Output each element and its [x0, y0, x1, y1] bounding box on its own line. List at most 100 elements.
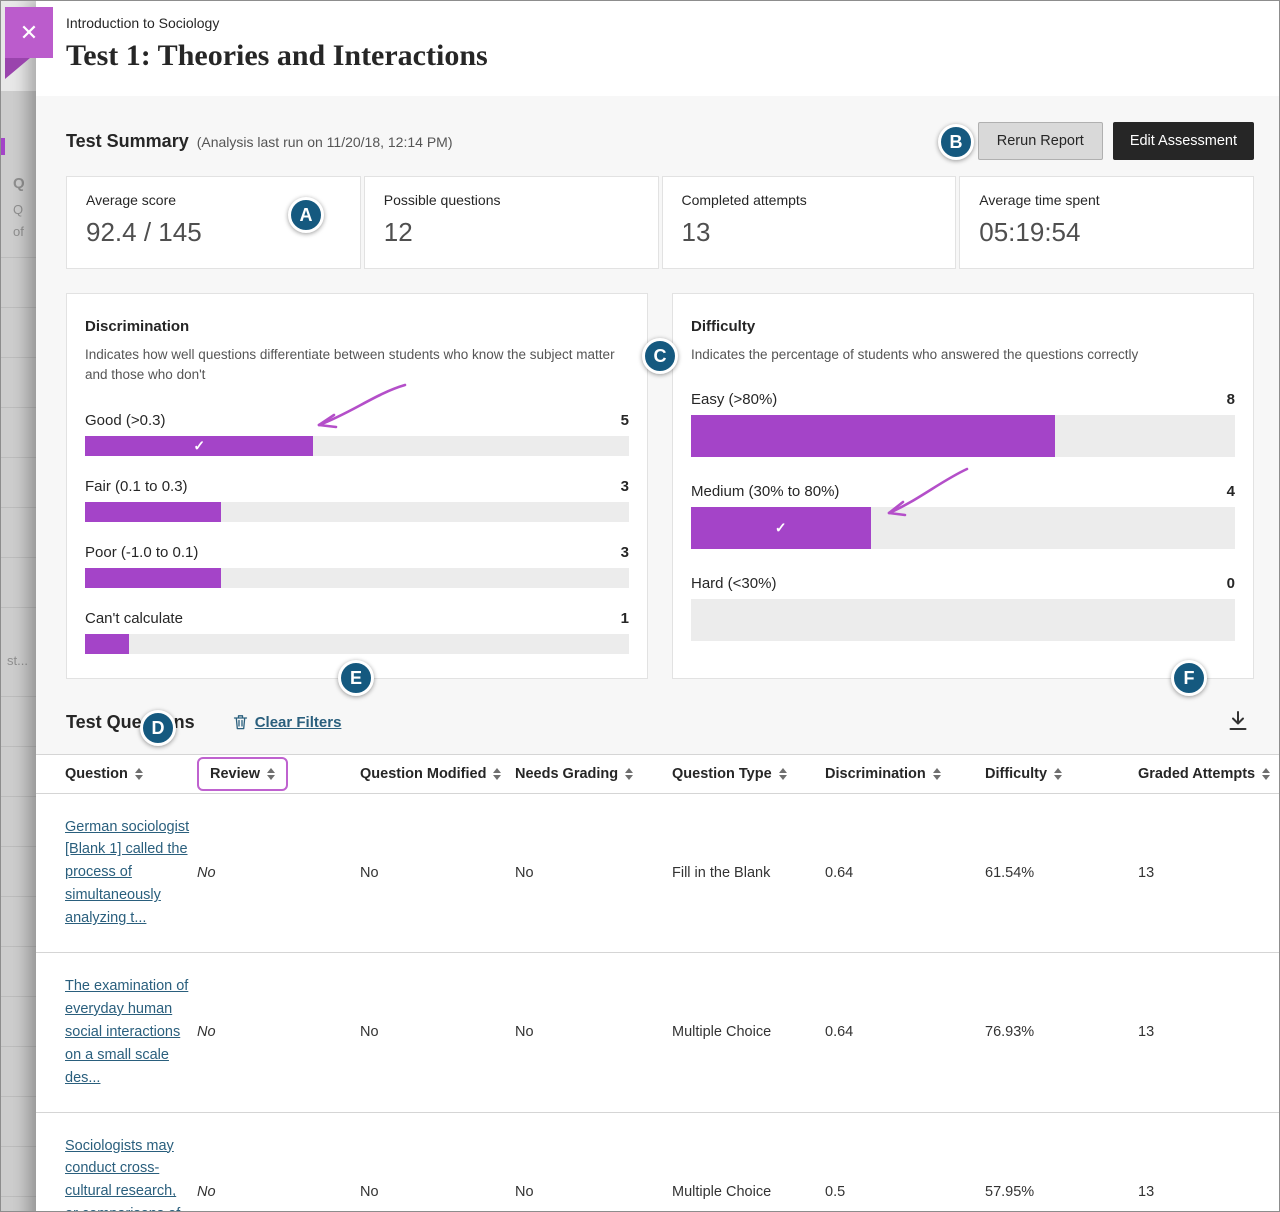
- bar-label: Hard (<30%): [691, 575, 776, 592]
- bar-fill: ✓: [85, 436, 313, 456]
- annotation-badge-a: A: [288, 197, 324, 233]
- course-name: Introduction to Sociology: [66, 15, 1280, 31]
- bar-count: 5: [621, 412, 629, 429]
- question-link[interactable]: German sociologist [Blank 1] called the …: [65, 819, 189, 927]
- bar-count: 3: [621, 478, 629, 495]
- difficulty-cell: 57.95%: [985, 1184, 1138, 1200]
- annotation-badge-f: F: [1171, 660, 1207, 696]
- review-header-highlight: Review: [197, 757, 288, 791]
- page-title: Test 1: Theories and Interactions: [66, 39, 1280, 73]
- column-header-discrimination[interactable]: Discrimination: [825, 766, 985, 782]
- bar-poor: [85, 568, 629, 588]
- edit-assessment-button[interactable]: Edit Assessment: [1113, 122, 1254, 160]
- sort-icon[interactable]: [779, 768, 787, 780]
- table-row: The examination of everyday human social…: [36, 953, 1280, 1113]
- sort-icon[interactable]: [135, 768, 143, 780]
- bar-label: Fair (0.1 to 0.3): [85, 478, 188, 495]
- column-label: Question Modified: [360, 766, 486, 782]
- sort-icon[interactable]: [1054, 768, 1062, 780]
- question-modified-cell: No: [360, 865, 515, 881]
- review-cell: No: [197, 1024, 360, 1040]
- column-header-question-modified[interactable]: Question Modified: [360, 766, 515, 782]
- sort-icon[interactable]: [933, 768, 941, 780]
- background-row-lines: [1, 257, 36, 622]
- column-header-graded-attempts[interactable]: Graded Attempts: [1138, 766, 1280, 782]
- needs-grading-cell: No: [515, 1184, 672, 1200]
- close-button[interactable]: ✕: [5, 7, 53, 58]
- discrimination-cell: 0.64: [825, 865, 985, 881]
- check-icon: ✓: [193, 437, 205, 454]
- column-label: Discrimination: [825, 766, 926, 782]
- close-icon: ✕: [20, 22, 38, 44]
- bar-count: 3: [621, 544, 629, 561]
- background-text-fragment: Q: [13, 175, 25, 192]
- test-analysis-panel: Introduction to Sociology Test 1: Theori…: [36, 1, 1280, 1212]
- column-header-question[interactable]: Question: [65, 766, 197, 782]
- table-row: German sociologist [Blank 1] called the …: [36, 794, 1280, 954]
- bar-count: 4: [1227, 483, 1235, 500]
- questions-table: Question Review Question Modified: [36, 754, 1280, 1212]
- column-label: Needs Grading: [515, 766, 618, 782]
- sort-icon[interactable]: [1262, 768, 1270, 780]
- sort-icon[interactable]: [267, 768, 275, 780]
- bar-count: 8: [1227, 391, 1235, 408]
- background-accent-bar: [1, 138, 5, 155]
- question-type-cell: Multiple Choice: [672, 1184, 825, 1200]
- bar-label: Medium (30% to 80%): [691, 483, 839, 500]
- question-link[interactable]: Sociologists may conduct cross-cultural …: [65, 1138, 180, 1212]
- column-header-question-type[interactable]: Question Type: [672, 766, 825, 782]
- difficulty-cell: 61.54%: [985, 865, 1138, 881]
- analysis-last-run: (Analysis last run on 11/20/18, 12:14 PM…: [197, 134, 453, 150]
- test-summary-heading: Test Summary: [66, 131, 189, 152]
- difficulty-title: Difficulty: [691, 318, 1235, 335]
- discrimination-panel: Discrimination Indicates how well questi…: [66, 293, 648, 679]
- clear-filters-label: Clear Filters: [255, 714, 342, 731]
- graded-attempts-cell: 13: [1138, 1184, 1280, 1200]
- column-label: Difficulty: [985, 766, 1047, 782]
- bar-fill: ✓: [691, 507, 871, 549]
- question-modified-cell: No: [360, 1024, 515, 1040]
- needs-grading-cell: No: [515, 865, 672, 881]
- discrimination-title: Discrimination: [85, 318, 629, 335]
- sort-icon[interactable]: [493, 768, 501, 780]
- column-label: Review: [210, 766, 260, 782]
- question-modified-cell: No: [360, 1184, 515, 1200]
- bar-count: 0: [1227, 575, 1235, 592]
- column-header-difficulty[interactable]: Difficulty: [985, 766, 1138, 782]
- bar-cant-calculate: [85, 634, 629, 654]
- download-button[interactable]: [1222, 705, 1254, 740]
- stat-average-time-spent: Average time spent 05:19:54: [959, 176, 1254, 269]
- bar-label: Good (>0.3): [85, 412, 165, 429]
- summary-stats: Average score 92.4 / 145 Possible questi…: [66, 176, 1254, 269]
- rerun-report-button[interactable]: Rerun Report: [978, 122, 1103, 160]
- background-row-lines: [1, 696, 36, 1212]
- bar-label: Poor (-1.0 to 0.1): [85, 544, 198, 561]
- difficulty-description: Indicates the percentage of students who…: [691, 345, 1235, 365]
- screenshot-viewport: Q Q of st... Introduction to Sociology T…: [0, 0, 1280, 1212]
- clear-filters-link[interactable]: Clear Filters: [233, 714, 342, 731]
- column-label: Graded Attempts: [1138, 766, 1255, 782]
- annotation-badge-c: C: [642, 338, 678, 374]
- check-icon: ✓: [775, 520, 787, 537]
- trash-icon: [233, 714, 248, 730]
- bar-fill: [85, 502, 221, 522]
- close-ribbon-fold: [5, 58, 30, 79]
- question-link[interactable]: The examination of everyday human social…: [65, 978, 188, 1086]
- column-header-review[interactable]: Review: [197, 765, 360, 783]
- column-label: Question: [65, 766, 128, 782]
- discrimination-cell: 0.5: [825, 1184, 985, 1200]
- review-cell: No: [197, 1184, 360, 1200]
- stat-value: 13: [682, 217, 937, 248]
- bar-count: 1: [621, 610, 629, 627]
- sort-icon[interactable]: [625, 768, 633, 780]
- stat-value: 12: [384, 217, 639, 248]
- stat-label: Completed attempts: [682, 192, 937, 208]
- table-row: Sociologists may conduct cross-cultural …: [36, 1113, 1280, 1212]
- panel-header: Introduction to Sociology Test 1: Theori…: [36, 1, 1280, 96]
- bar-fill: [85, 634, 129, 654]
- graded-attempts-cell: 13: [1138, 865, 1280, 881]
- question-type-cell: Multiple Choice: [672, 1024, 825, 1040]
- stat-value: 05:19:54: [979, 217, 1234, 248]
- column-header-needs-grading[interactable]: Needs Grading: [515, 766, 672, 782]
- download-icon: [1226, 709, 1250, 733]
